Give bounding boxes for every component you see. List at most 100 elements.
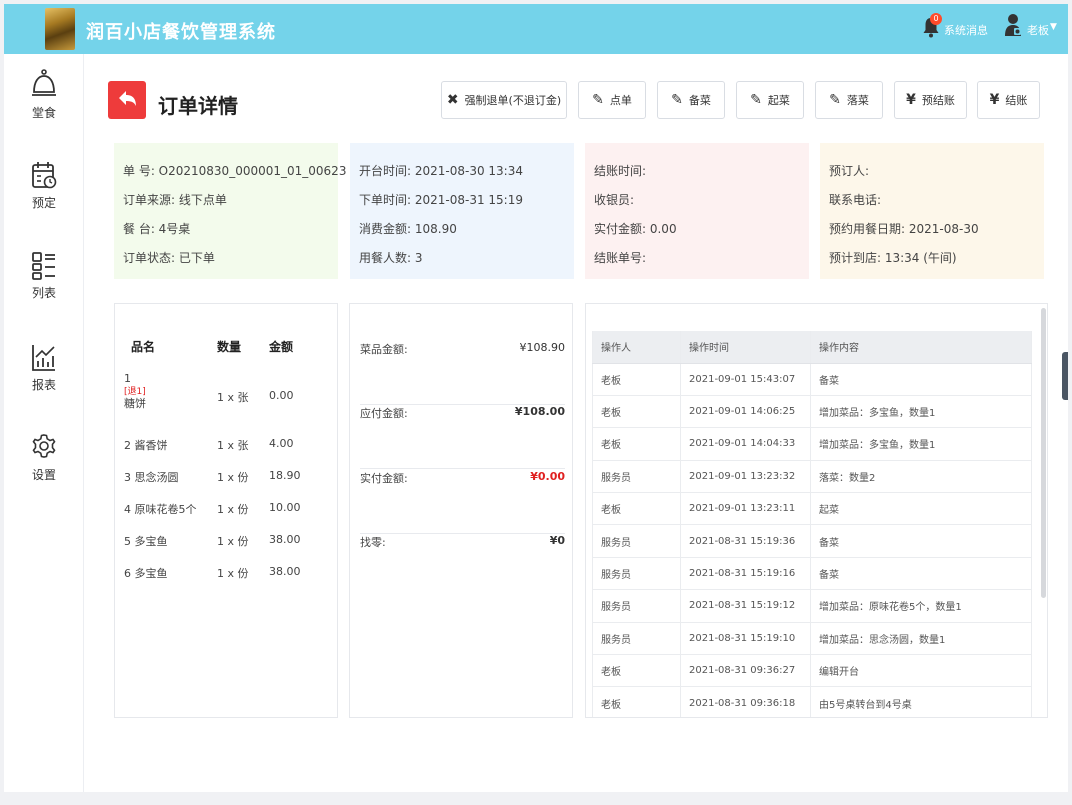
log-content: 由5号桌转台到4号桌	[810, 686, 1032, 717]
serve-dish-button[interactable]: ✎ 落菜	[815, 81, 883, 119]
item-row-name: 5 多宝鱼	[124, 533, 168, 549]
sidebar-item-label: 堂食	[31, 106, 56, 120]
start-dish-button[interactable]: ✎ 起菜	[736, 81, 804, 119]
order-button[interactable]: ✎ 点单	[578, 81, 646, 119]
button-label: 强制退单(不退订金)	[464, 94, 562, 107]
item-name: 原味花卷5个	[134, 503, 197, 516]
sidebar-item-dine-in[interactable]: 堂食	[4, 68, 84, 138]
close-icon: ✖	[446, 92, 459, 108]
diner-count: 用餐人数: 3	[359, 251, 423, 265]
item-number: 2	[124, 439, 131, 452]
log-operator: 服务员	[592, 524, 681, 558]
top-bar: 润百小店餐饮管理系统 0 系统消息 老板 ▼	[4, 4, 1068, 54]
table-row: 服务员 2021-08-31 15:19:36 备菜	[592, 524, 1032, 558]
item-amount: 0.00	[269, 389, 294, 402]
sidebar-item-list[interactable]: 列表	[4, 250, 84, 320]
force-refund-button[interactable]: ✖ 强制退单(不退订金)	[441, 81, 567, 119]
app-title: 润百小店餐饮管理系统	[86, 22, 276, 43]
item-number: 4	[124, 503, 131, 516]
yen-icon: ¥	[989, 92, 1000, 108]
log-operator: 老板	[592, 363, 681, 396]
user-icon[interactable]	[1004, 13, 1022, 37]
user-menu[interactable]: 老板	[1027, 22, 1049, 38]
sidebar-item-reports[interactable]: 报表	[4, 342, 84, 412]
sidebar-item-reservation[interactable]: 预定	[4, 160, 84, 230]
order-items-panel: 品名 数量 金额 1 [退1] 糖饼 1 x 张 0.00 2 酱香饼 1 x …	[114, 303, 338, 718]
log-time: 2021-09-01 15:43:07	[680, 363, 811, 396]
item-number: 6	[124, 567, 131, 580]
order-number: 单 号: O20210830_000001_01_00623	[123, 164, 347, 178]
log-operator: 老板	[592, 654, 681, 688]
pencil-icon: ✎	[829, 92, 841, 108]
paid-total-row: 实付金额: ¥0.00	[360, 470, 565, 534]
side-drawer-handle[interactable]	[1062, 352, 1068, 400]
time-info-card: 开台时间: 2021-08-30 13:34 下单时间: 2021-08-31 …	[350, 143, 574, 279]
item-amount: 38.00	[269, 533, 301, 546]
pencil-icon: ✎	[592, 92, 604, 108]
log-operator: 服务员	[592, 622, 681, 656]
checkout-button[interactable]: ¥ 结账	[977, 81, 1040, 119]
page-title: 订单详情	[158, 94, 238, 118]
back-arrow-icon	[119, 91, 136, 106]
log-time: 2021-08-31 15:19:12	[680, 589, 811, 623]
table-row: 老板 2021-09-01 14:04:33 增加菜品：多宝鱼，数量1	[592, 427, 1032, 461]
table-row: 老板 2021-08-31 09:36:18 由5号桌转台到4号桌	[592, 686, 1032, 717]
item-name: 思念汤圆	[134, 471, 179, 484]
log-operator: 服务员	[592, 557, 681, 591]
service-bell-icon	[32, 69, 56, 96]
yen-icon: ¥	[906, 92, 916, 108]
checkout-time: 结账时间:	[594, 164, 647, 178]
column-header-name: 品名	[131, 340, 156, 354]
sidebar-item-label: 列表	[31, 286, 56, 300]
pencil-icon: ✎	[671, 92, 683, 108]
log-content: 备菜	[810, 524, 1032, 558]
log-time: 2021-08-31 15:19:16	[680, 557, 811, 591]
contact-phone: 联系电话:	[829, 193, 882, 207]
table-row: 服务员 2021-08-31 15:19:10 增加菜品：思念汤圆，数量1	[592, 622, 1032, 656]
table-row: 老板 2021-09-01 13:23:11 起菜	[592, 492, 1032, 526]
log-content: 编辑开台	[810, 654, 1032, 688]
system-messages-link[interactable]: 系统消息	[944, 22, 988, 38]
item-amount: 18.90	[269, 469, 301, 482]
log-operator: 老板	[592, 686, 681, 717]
notification-badge: 0	[930, 13, 942, 25]
back-button[interactable]	[108, 81, 146, 119]
table-row: 服务员 2021-09-01 13:23:32 落菜：数量2	[592, 460, 1032, 494]
item-number: 5	[124, 535, 131, 548]
log-operator: 老板	[592, 395, 681, 429]
summary-label: 菜品金额:	[360, 343, 408, 356]
item-row-name: 1 [退1] 糖饼	[124, 373, 146, 410]
pre-checkout-button[interactable]: ¥ 预结账	[894, 81, 967, 119]
calendar-clock-icon	[32, 162, 57, 189]
item-amount: 4.00	[269, 437, 294, 450]
order-status: 订单状态: 已下单	[123, 251, 215, 265]
log-content: 增加菜品：思念汤圆，数量1	[810, 622, 1032, 656]
item-row-name: 2 酱香饼	[124, 437, 168, 453]
log-scrollbar[interactable]	[1041, 308, 1046, 598]
column-header-time: 操作时间	[680, 331, 811, 364]
sidebar-item-settings[interactable]: 设置	[4, 432, 84, 502]
button-label: 预结账	[921, 94, 955, 107]
prepare-dish-button[interactable]: ✎ 备菜	[657, 81, 725, 119]
item-qty: 1 x 份	[217, 503, 249, 516]
button-label: 落菜	[846, 94, 869, 107]
log-content: 增加菜品：多宝鱼，数量1	[810, 395, 1032, 429]
pencil-icon: ✎	[750, 92, 762, 108]
item-amount: 38.00	[269, 565, 301, 578]
log-content: 备菜	[810, 363, 1032, 396]
cashier: 收银员:	[594, 193, 635, 207]
gear-icon	[32, 434, 56, 458]
log-time: 2021-09-01 13:23:32	[680, 460, 811, 494]
item-row-name: 6 多宝鱼	[124, 565, 168, 581]
table-header-row: 操作人 操作时间 操作内容	[592, 331, 1032, 364]
operation-log-panel: 操作人 操作时间 操作内容 老板 2021-09-01 15:43:07 备菜 老板…	[585, 303, 1048, 718]
log-operator: 服务员	[592, 589, 681, 623]
payment-summary-panel: 菜品金额: ¥108.90 应付金额: ¥108.00 实付金额: ¥0.00 …	[349, 303, 573, 718]
log-content: 增加菜品：多宝鱼，数量1	[810, 427, 1032, 461]
reservation-info-card: 预订人: 联系电话: 预约用餐日期: 2021-08-30 预计到店: 13:3…	[820, 143, 1044, 279]
chevron-down-icon[interactable]: ▼	[1050, 22, 1057, 32]
item-name: 酱香饼	[134, 439, 168, 452]
item-qty: 1 x 份	[217, 567, 249, 580]
button-label: 备菜	[688, 94, 711, 107]
item-row-name: 3 思念汤圆	[124, 469, 179, 485]
